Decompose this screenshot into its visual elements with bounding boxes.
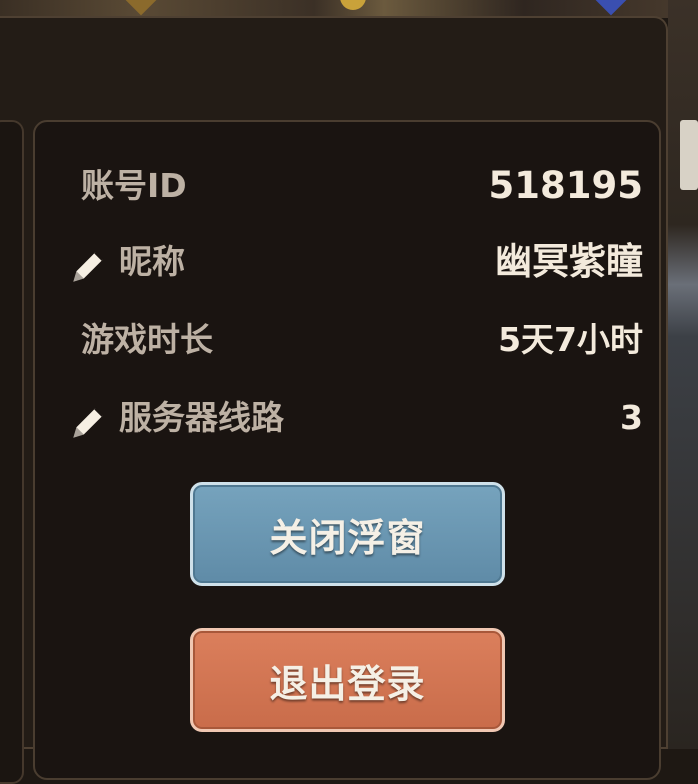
- account-info-card: 账号ID 518195 昵称 幽冥紫瞳 游戏时长 5天7小时 服务器线路 3 关…: [33, 120, 661, 780]
- logout-button[interactable]: 退出登录: [190, 628, 505, 732]
- server-line-label: 服务器线路: [119, 398, 284, 437]
- play-time-value: 5天7小时: [498, 320, 643, 359]
- play-time-label: 游戏时长: [81, 320, 213, 359]
- pencil-icon[interactable]: [67, 402, 109, 444]
- server-line-row: 服务器线路 3: [35, 388, 663, 448]
- nickname-label: 昵称: [119, 242, 185, 281]
- background-edge: [668, 0, 698, 749]
- nickname-value: 幽冥紫瞳: [495, 240, 643, 283]
- pencil-icon[interactable]: [67, 246, 109, 288]
- account-panel: 账号ID 518195 昵称 幽冥紫瞳 游戏时长 5天7小时 服务器线路 3 关…: [0, 16, 668, 784]
- server-line-value: 3: [620, 398, 643, 437]
- play-time-row: 游戏时长 5天7小时: [35, 310, 663, 370]
- account-id-row: 账号ID 518195: [35, 156, 663, 216]
- close-float-button[interactable]: 关闭浮窗: [190, 482, 505, 586]
- background-chip: [680, 120, 698, 190]
- side-card: [0, 120, 24, 784]
- nickname-row: 昵称 幽冥紫瞳: [35, 232, 663, 292]
- account-id-label: 账号ID: [81, 166, 187, 205]
- account-id-value: 518195: [488, 164, 643, 207]
